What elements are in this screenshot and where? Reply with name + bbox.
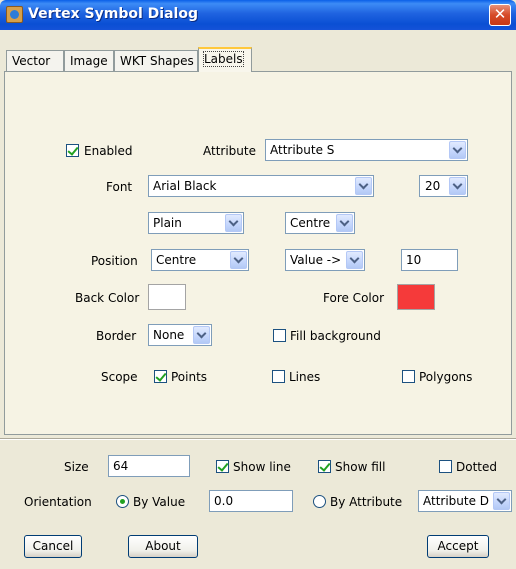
chevron-down-icon[interactable] xyxy=(355,177,372,195)
fore-color-label: Fore Color xyxy=(323,291,385,305)
vertex-symbol-dialog: Vertex Symbol Dialog ✕ Vector Image WKT … xyxy=(0,0,516,569)
back-color-label: Back Color xyxy=(75,291,140,305)
java-cup-icon xyxy=(6,6,23,23)
scope-polygons-checkbox[interactable] xyxy=(402,370,415,383)
position-select[interactable]: Centre xyxy=(151,249,249,271)
scope-points-checkbox[interactable] xyxy=(154,370,167,383)
scope-label: Scope xyxy=(101,370,138,384)
size-label: Size xyxy=(64,460,89,474)
show-fill-checkbox[interactable] xyxy=(318,460,331,473)
tab-labels[interactable]: Labels xyxy=(198,47,252,72)
position-label: Position xyxy=(91,254,138,268)
about-button[interactable]: About xyxy=(128,535,198,558)
fill-background-label: Fill background xyxy=(290,329,381,343)
border-select[interactable]: None xyxy=(148,324,212,346)
scope-polygons-label: Polygons xyxy=(419,370,473,384)
close-icon[interactable]: ✕ xyxy=(489,4,511,26)
tab-vector[interactable]: Vector xyxy=(6,50,64,71)
back-color-swatch[interactable] xyxy=(148,284,186,310)
border-label: Border xyxy=(96,329,137,343)
show-fill-label: Show fill xyxy=(335,460,386,474)
by-value-label: By Value xyxy=(133,495,186,509)
chevron-down-icon[interactable] xyxy=(193,326,210,344)
by-attribute-radio[interactable] xyxy=(313,495,326,508)
attribute-label: Attribute xyxy=(203,144,256,158)
tab-image[interactable]: Image xyxy=(64,50,114,71)
font-label: Font xyxy=(106,180,133,194)
window-title: Vertex Symbol Dialog xyxy=(28,6,198,22)
separator xyxy=(0,438,516,440)
chevron-down-icon[interactable] xyxy=(449,141,466,159)
fill-background-checkbox[interactable] xyxy=(273,329,286,342)
enabled-checkbox[interactable] xyxy=(66,144,79,157)
chevron-down-icon[interactable] xyxy=(230,251,247,269)
enabled-label: Enabled xyxy=(84,144,133,158)
scope-points-label: Points xyxy=(171,370,208,384)
chevron-down-icon[interactable] xyxy=(493,492,510,510)
cancel-button[interactable]: Cancel xyxy=(24,535,82,558)
position-mode-select[interactable]: Value -> xyxy=(285,249,365,271)
alignment-select[interactable]: Centre xyxy=(285,212,355,234)
scope-lines-label: Lines xyxy=(289,370,321,384)
scope-lines-checkbox[interactable] xyxy=(272,370,285,383)
show-line-label: Show line xyxy=(233,460,291,474)
show-line-checkbox[interactable] xyxy=(216,460,229,473)
chevron-down-icon[interactable] xyxy=(336,214,353,232)
by-attribute-label: By Attribute xyxy=(330,495,403,509)
fore-color-swatch[interactable] xyxy=(397,284,435,310)
font-size-select[interactable]: 20 xyxy=(419,175,468,197)
position-amount-field[interactable]: 10 xyxy=(401,249,458,271)
dotted-label: Dotted xyxy=(456,460,497,474)
accept-button[interactable]: Accept xyxy=(427,535,489,558)
orientation-value-field[interactable]: 0.0 xyxy=(209,490,293,512)
chevron-down-icon[interactable] xyxy=(225,214,242,232)
by-value-radio[interactable] xyxy=(116,495,129,508)
orientation-label: Orientation xyxy=(24,495,92,509)
title-bar[interactable]: Vertex Symbol Dialog ✕ xyxy=(0,0,516,30)
attribute-select[interactable]: Attribute S xyxy=(265,139,468,161)
orientation-attribute-select[interactable]: Attribute D xyxy=(418,490,512,512)
font-select[interactable]: Arial Black xyxy=(148,175,374,197)
tab-wkt-shapes[interactable]: WKT Shapes xyxy=(114,50,198,71)
font-style-select[interactable]: Plain xyxy=(148,212,244,234)
chevron-down-icon[interactable] xyxy=(346,251,363,269)
size-field[interactable]: 64 xyxy=(108,455,190,477)
dotted-checkbox[interactable] xyxy=(439,460,452,473)
chevron-down-icon[interactable] xyxy=(449,177,466,195)
